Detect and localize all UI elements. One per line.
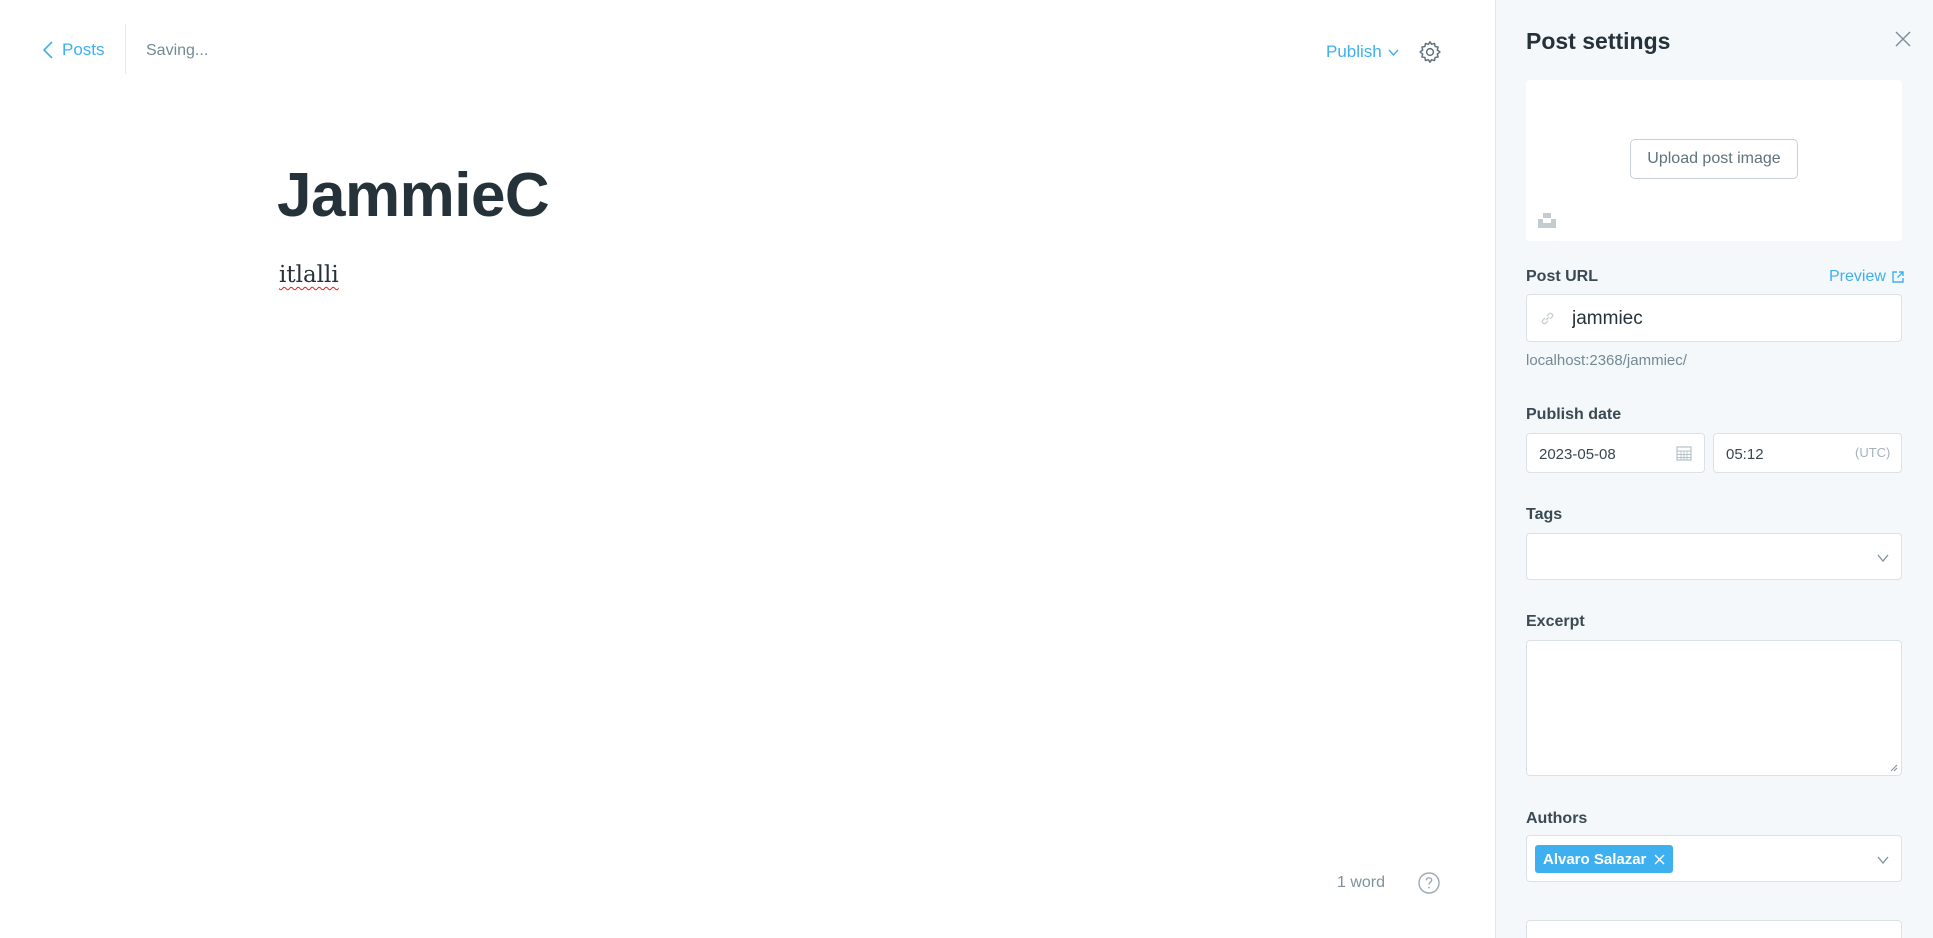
publish-menu-button[interactable]: Publish [1326,42,1399,62]
close-icon[interactable] [1894,30,1912,48]
post-url-field[interactable] [1526,294,1902,342]
authors-input[interactable]: Alvaro Salazar [1526,835,1902,882]
help-icon[interactable] [1418,872,1440,894]
tags-input[interactable] [1526,533,1902,580]
publish-label: Publish [1326,42,1382,61]
publish-date-field[interactable] [1526,433,1705,473]
tags-label: Tags [1526,506,1563,523]
editor-pane: Posts Saving... Publish JammieC itlalli … [0,0,1495,938]
publish-date-input[interactable] [1537,442,1661,466]
post-url-label: Post URL [1526,268,1598,285]
upload-post-image-button[interactable]: Upload post image [1630,139,1798,179]
chevron-down-icon [1388,49,1399,56]
excerpt-label: Excerpt [1526,613,1585,630]
unsplash-icon[interactable] [1538,212,1556,228]
back-to-posts-link[interactable]: Posts [42,40,105,60]
chevron-left-icon [42,41,53,59]
post-image-dropzone[interactable]: Upload post image [1526,80,1902,241]
post-url-full: localhost:2368/jammiec/ [1526,352,1687,369]
excerpt-textarea[interactable] [1527,641,1901,775]
chevron-down-icon [1877,856,1889,864]
external-link-icon [1892,271,1904,283]
gear-icon[interactable] [1418,40,1442,64]
preview-link[interactable]: Preview [1829,268,1904,286]
save-status: Saving... [146,42,209,59]
sidebar-title: Post settings [1526,28,1671,54]
post-url-input[interactable] [1570,303,1894,335]
publish-time-input[interactable] [1724,442,1818,466]
word-count: 1 word [1337,874,1386,891]
calendar-icon[interactable] [1676,445,1692,461]
post-title[interactable]: JammieC [277,161,550,230]
toolbar-divider [125,24,126,74]
publish-time-field[interactable]: (UTC) [1713,433,1902,473]
post-settings-sidebar: Post settings Upload post image Post URL… [1495,0,1933,938]
resize-handle-icon[interactable] [1890,764,1898,772]
authors-label: Authors [1526,810,1588,827]
author-name: Alvaro Salazar [1543,850,1647,868]
back-link-label: Posts [62,40,105,59]
next-settings-field[interactable] [1526,920,1902,938]
remove-icon[interactable] [1654,854,1665,865]
link-icon [1541,312,1554,325]
preview-label: Preview [1829,268,1886,285]
chevron-down-icon [1877,554,1889,562]
post-body[interactable]: itlalli [279,262,339,288]
excerpt-field[interactable] [1526,640,1902,776]
author-token[interactable]: Alvaro Salazar [1535,845,1674,873]
timezone-label: (UTC) [1855,445,1891,460]
publish-date-label: Publish date [1526,406,1622,423]
